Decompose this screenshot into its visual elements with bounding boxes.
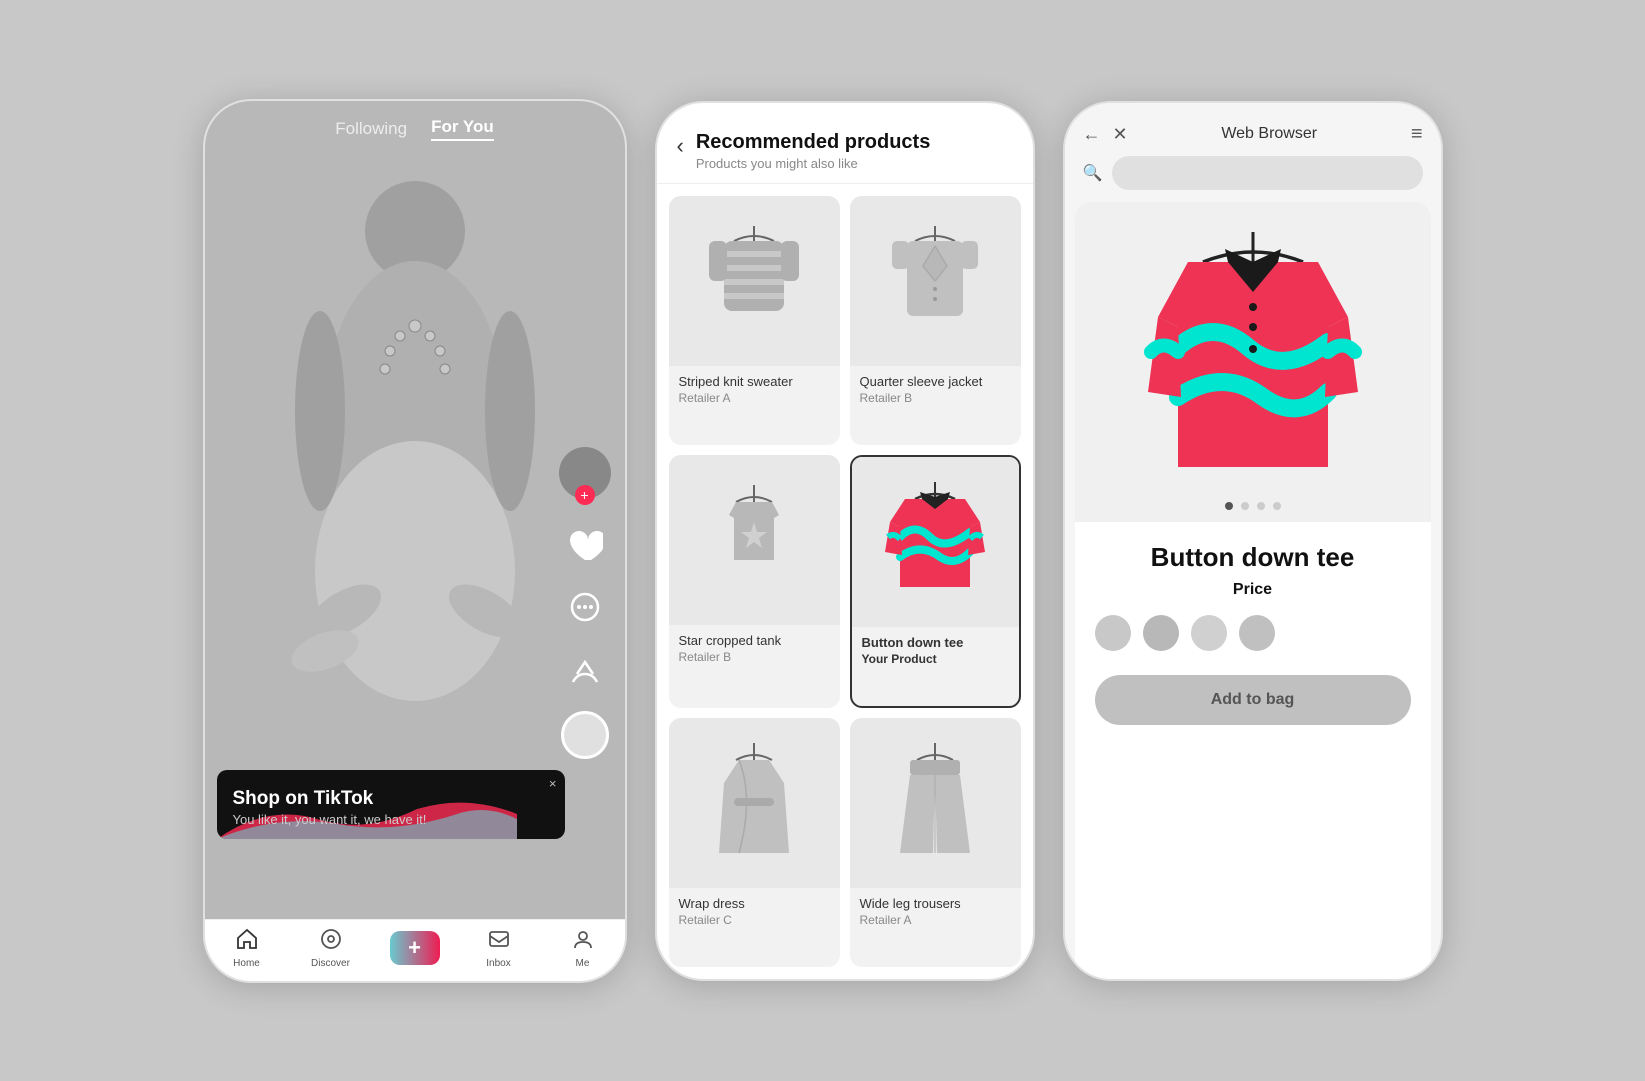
swatch-2[interactable] (1191, 615, 1227, 651)
browser-menu-button[interactable]: ≡ (1411, 123, 1423, 146)
nav-create[interactable]: + (385, 931, 445, 965)
shop-banner: × Shop on TikTok You like it, you want i… (217, 770, 565, 839)
swatch-1[interactable] (1143, 615, 1179, 651)
products-title: Recommended products (696, 131, 930, 154)
me-icon (572, 928, 594, 956)
right-sidebar: + (559, 447, 611, 759)
nav-inbox[interactable]: Inbox (469, 928, 529, 969)
product-retailer-1: Retailer B (860, 391, 1011, 405)
follow-button[interactable]: + (575, 485, 595, 505)
browser-controls: ← ✕ (1083, 124, 1128, 145)
product-img-4 (669, 718, 840, 888)
product-info-1: Quarter sleeve jacket Retailer B (850, 366, 1021, 415)
product-retailer-3: Your Product (862, 652, 1009, 666)
inbox-icon (488, 928, 510, 956)
products-subtitle: Products you might also like (696, 156, 930, 171)
product-detail-image (1075, 202, 1431, 522)
phone2-shell: ‹ Recommended products Products you migh… (655, 101, 1035, 981)
product-info-4: Wrap dress Retailer C (669, 888, 840, 937)
nav-home[interactable]: Home (217, 928, 277, 969)
browser-title: Web Browser (1221, 125, 1317, 143)
music-disc (561, 711, 609, 759)
shop-banner-title: Shop on TikTok (233, 788, 549, 810)
avatar-container: + (559, 447, 611, 499)
dot-3 (1273, 502, 1281, 510)
nav-me[interactable]: Me (553, 928, 613, 969)
phone1-shell: Following For You (203, 99, 627, 983)
nav-discover[interactable]: Discover (301, 928, 361, 969)
product-info-2: Star cropped tank Retailer B (669, 625, 840, 674)
color-swatches (1095, 615, 1411, 651)
product-img-3 (852, 457, 1019, 627)
shop-banner-subtitle: You like it, you want it, we have it! (233, 812, 549, 827)
browser-address-bar: 🔍 (1065, 156, 1441, 202)
browser-back-button[interactable]: ← (1083, 124, 1101, 145)
nav-foryou[interactable]: For You (431, 117, 494, 141)
product-name-5: Wide leg trousers (860, 896, 1011, 911)
product-price-label: Price (1095, 581, 1411, 599)
product-info-0: Striped knit sweater Retailer A (669, 366, 840, 415)
product-card-3[interactable]: Button down tee Your Product (850, 455, 1021, 708)
figure-illustration (265, 151, 565, 731)
product-card-0[interactable]: Striped knit sweater Retailer A (669, 196, 840, 445)
product-name-4: Wrap dress (679, 896, 830, 911)
product-retailer-4: Retailer C (679, 913, 830, 927)
phone1-container: Following For You (205, 101, 625, 981)
like-button[interactable] (564, 525, 606, 567)
product-name-3: Button down tee (862, 635, 1009, 650)
dot-0 (1225, 502, 1233, 510)
product-img-5 (850, 718, 1021, 888)
feed-content: Following For You (205, 101, 625, 919)
product-info-5: Wide leg trousers Retailer A (850, 888, 1021, 937)
product-info-3: Button down tee Your Product (852, 627, 1019, 676)
phone3-shell: ← ✕ Web Browser ≡ 🔍 (1063, 101, 1443, 981)
header-text: Recommended products Products you might … (696, 131, 930, 171)
browser-search-icon: 🔍 (1083, 163, 1103, 183)
nav-home-label: Home (233, 958, 260, 969)
carousel-dots (1225, 502, 1281, 510)
tiktok-top-nav: Following For You (205, 101, 625, 157)
browser-header: ← ✕ Web Browser ≡ (1065, 103, 1441, 156)
nav-discover-label: Discover (311, 958, 350, 969)
create-button[interactable]: + (390, 931, 440, 965)
product-card-5[interactable]: Wide leg trousers Retailer A (850, 718, 1021, 967)
product-name-1: Quarter sleeve jacket (860, 374, 1011, 389)
browser-content: Button down tee Price Add to bag (1075, 202, 1431, 979)
browser-close-button[interactable]: ✕ (1113, 124, 1128, 145)
nav-following[interactable]: Following (335, 119, 407, 139)
nav-inbox-label: Inbox (486, 958, 510, 969)
products-header: ‹ Recommended products Products you migh… (657, 103, 1033, 184)
home-icon (236, 928, 258, 956)
browser-url-input[interactable] (1112, 156, 1422, 190)
product-card-4[interactable]: Wrap dress Retailer C (669, 718, 840, 967)
back-button[interactable]: ‹ (677, 133, 684, 159)
add-to-bag-button[interactable]: Add to bag (1095, 675, 1411, 725)
shop-banner-content: Shop on TikTok You like it, you want it,… (217, 770, 565, 839)
comment-button[interactable] (564, 587, 606, 629)
products-grid: Striped knit sweater Retailer A (657, 184, 1033, 979)
product-img-0 (669, 196, 840, 366)
product-retailer-0: Retailer A (679, 391, 830, 405)
product-card-2[interactable]: Star cropped tank Retailer B (669, 455, 840, 708)
nav-me-label: Me (576, 958, 590, 969)
dot-2 (1257, 502, 1265, 510)
product-img-1 (850, 196, 1021, 366)
swatch-3[interactable] (1239, 615, 1275, 651)
product-img-2 (669, 455, 840, 625)
product-name-2: Star cropped tank (679, 633, 830, 648)
tiktok-bottom-nav: Home Discover + (205, 919, 625, 981)
product-detail-name: Button down tee (1095, 542, 1411, 573)
discover-icon (320, 928, 342, 956)
product-card-1[interactable]: Quarter sleeve jacket Retailer B (850, 196, 1021, 445)
product-detail-info: Button down tee Price Add to bag (1075, 522, 1431, 979)
share-button[interactable] (564, 649, 606, 691)
product-name-0: Striped knit sweater (679, 374, 830, 389)
product-retailer-5: Retailer A (860, 913, 1011, 927)
swatch-0[interactable] (1095, 615, 1131, 651)
dot-1 (1241, 502, 1249, 510)
product-retailer-2: Retailer B (679, 650, 830, 664)
